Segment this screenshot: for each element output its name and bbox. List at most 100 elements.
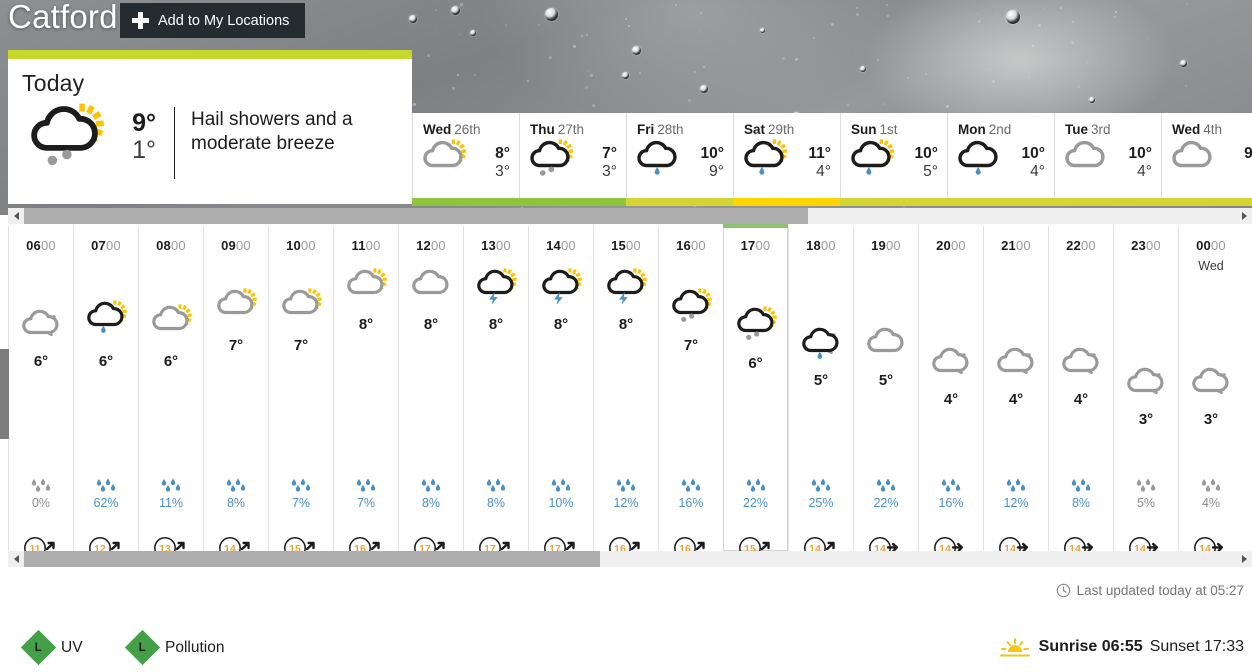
hour-temperature: 6°: [748, 355, 763, 372]
hour-column[interactable]: 2300 3° 5% 14: [1113, 226, 1178, 559]
hour-label: 0800: [156, 238, 186, 253]
hour-column[interactable]: 1000 7° 7% 15: [268, 226, 333, 559]
hail-speck: [585, 86, 588, 89]
hour-label: 1100: [351, 238, 381, 253]
hour-column[interactable]: 1400 8° 10% 17: [528, 226, 593, 559]
hour-temperature: 8°: [488, 316, 504, 333]
hour-precipitation: 8%: [464, 478, 528, 510]
day-card-max-temp: 10°: [1021, 145, 1045, 162]
hour-temperature: 8°: [423, 316, 439, 333]
hour-precipitation-value: 5%: [1136, 496, 1156, 510]
hour-precipitation-value: 4%: [1201, 496, 1221, 510]
hail-speck: [1028, 77, 1030, 79]
hour-label: 0700: [91, 238, 121, 253]
hour-column[interactable]: 1100 8° 7% 16: [333, 226, 398, 559]
scrollbar-track[interactable]: [808, 208, 1236, 224]
page-title: Catford: [8, 0, 118, 35]
scroll-right-arrow-icon[interactable]: [1236, 551, 1252, 567]
hour-label: 1500: [611, 238, 641, 253]
day-card[interactable]: Mon 2nd 10° 4°: [947, 113, 1054, 205]
today-weather-icon: [22, 101, 105, 166]
hour-temperature: 6°: [163, 353, 179, 370]
day-card-weather-icon: [633, 139, 684, 178]
divider: [174, 107, 175, 179]
hour-column[interactable]: 0700 6° 62% 12: [73, 226, 138, 559]
day-card-temperatures: 10° 5°: [915, 139, 947, 180]
scroll-right-arrow-icon[interactable]: [1236, 208, 1252, 224]
hour-column[interactable]: 0900 7° 8% 14: [203, 226, 268, 559]
scrollbar-thumb[interactable]: [24, 208, 808, 224]
day-uv-segment: [519, 198, 626, 206]
hour-label: 1000: [286, 238, 316, 253]
uv-indicator[interactable]: L UV: [20, 629, 83, 666]
hour-temperature: 7°: [228, 337, 244, 354]
day-card-date: Tue 3rd: [1065, 122, 1111, 137]
uv-level-value: L: [34, 641, 43, 654]
scroll-left-arrow-icon[interactable]: [8, 208, 24, 224]
day-card-date: Sun 1st: [851, 122, 898, 137]
day-card-temperatures: 10° 4°: [1022, 139, 1054, 180]
hourly-forecast-grid[interactable]: 0600 6° 0% 11 0700 6° 62% 12 0800 6° 11%…: [8, 224, 1252, 559]
hail-speck: [588, 71, 590, 73]
hour-column[interactable]: 2100 4° 12% 14: [983, 226, 1048, 559]
day-card[interactable]: Tue 3rd 10° 4°: [1054, 113, 1161, 205]
hail-speck: [1185, 85, 1188, 88]
hail-droplet: [632, 46, 641, 55]
left-edge-handle[interactable]: [0, 349, 9, 439]
hour-column[interactable]: 0800 6° 11% 13: [138, 226, 203, 559]
hour-temperature: 5°: [878, 372, 894, 389]
hour-column[interactable]: 2200 4° 8% 14: [1048, 226, 1113, 559]
hail-speck: [925, 73, 927, 75]
hour-column[interactable]: 1900 5° 22% 14: [853, 226, 918, 559]
day-card[interactable]: Wed 26th 8° 3°: [412, 113, 519, 205]
day-card[interactable]: Thu 27th 7° 3°: [519, 113, 626, 205]
scrollbar-thumb[interactable]: [24, 551, 600, 567]
scrollbar-track[interactable]: [600, 551, 1236, 567]
hour-temperature: 8°: [358, 316, 374, 333]
hour-temperature: 4°: [1008, 391, 1024, 408]
hour-precipitation: 8%: [1049, 478, 1113, 510]
day-card[interactable]: Sun 1st 10° 5°: [840, 113, 947, 205]
scroll-left-arrow-icon[interactable]: [8, 551, 24, 567]
day-card-temperatures: 9°: [1244, 139, 1252, 163]
hail-speck: [639, 72, 641, 74]
hour-column[interactable]: 1700 6° 22% 15: [723, 224, 788, 559]
hour-column[interactable]: 1600 7° 16% 16: [658, 226, 723, 559]
hourly-scrollbar[interactable]: [8, 551, 1252, 567]
hail-speck: [883, 103, 885, 105]
hour-label: 1400: [546, 238, 576, 253]
day-card-temperatures: 7° 3°: [602, 139, 626, 180]
hour-column[interactable]: 0000 Wed 3° 4% 14: [1178, 226, 1243, 559]
hour-precipitation-value: 7%: [356, 496, 376, 510]
day-card[interactable]: Sat 29th 11° 4°: [733, 113, 840, 205]
hour-column[interactable]: 1800 5° 25% 14: [788, 226, 853, 559]
hail-speck: [413, 103, 416, 106]
hour-column[interactable]: 0600 6° 0% 11: [8, 226, 73, 559]
hour-column[interactable]: 1200 8° 8% 17: [398, 226, 463, 559]
hour-column[interactable]: 1500 8° 12% 16: [593, 226, 658, 559]
day-uv-segment: [733, 198, 840, 206]
hour-temperature: 4°: [1073, 391, 1089, 408]
hour-label: 1200: [416, 238, 446, 253]
hour-column[interactable]: 1300 8° 8% 17: [463, 226, 528, 559]
today-description: Hail showers and a moderate breeze: [191, 109, 353, 154]
day-card-temperatures: 10° 4°: [1129, 139, 1161, 180]
daily-uv-bar: [412, 198, 1252, 206]
day-card[interactable]: Wed4th 9°: [1161, 113, 1252, 205]
add-to-my-locations-button[interactable]: Add to My Locations: [120, 3, 306, 38]
uv-level-badge: L: [20, 629, 57, 666]
daily-scrollbar[interactable]: [8, 208, 1252, 224]
hour-precipitation: 0%: [9, 478, 73, 510]
hour-precipitation-value: 8%: [1071, 496, 1091, 510]
hail-speck: [1029, 97, 1031, 99]
hour-precipitation: 22%: [854, 478, 918, 510]
hour-column[interactable]: 2000 4° 16% 14: [918, 226, 983, 559]
daily-forecast-strip[interactable]: Wed 26th 8° 3° Thu 27th 7° 3° Fri 28th 10° …: [412, 113, 1252, 205]
hour-label: 0900: [221, 238, 251, 253]
hourly-forecast-panel: 0600 6° 0% 11 0700 6° 62% 12 0800 6° 11%…: [8, 224, 1252, 559]
day-card[interactable]: Fri 28th 10° 9°: [626, 113, 733, 205]
hour-precipitation: 12%: [984, 478, 1048, 510]
pollution-indicator[interactable]: L Pollution: [124, 629, 224, 666]
hour-precipitation-value: 12%: [613, 496, 639, 510]
hour-label: 1700: [740, 238, 771, 253]
